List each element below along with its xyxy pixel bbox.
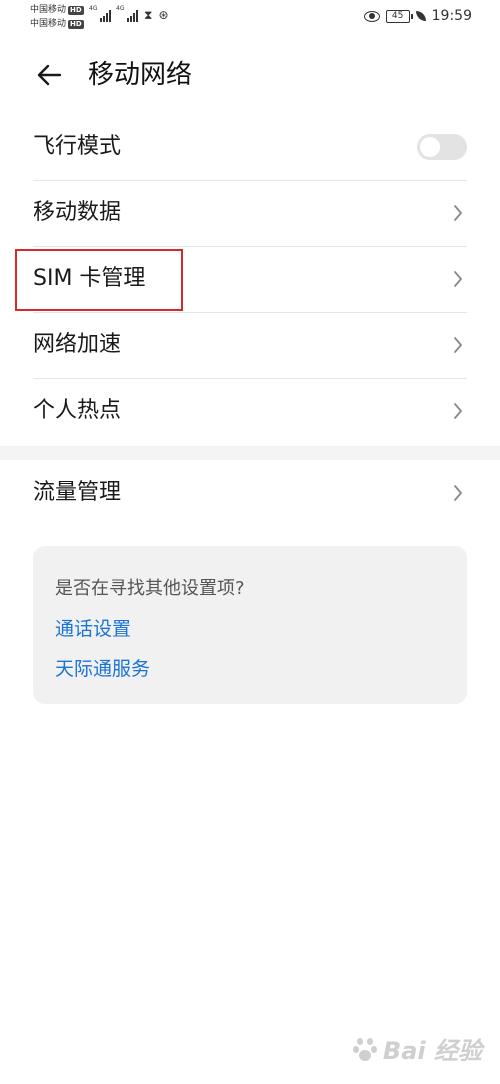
call-settings-link[interactable]: 通话设置 (55, 614, 131, 641)
network-acceleration-label: 网络加速 (33, 332, 122, 357)
chevron-right-icon (454, 337, 462, 353)
carrier-2: 中国移动 (30, 19, 67, 29)
signal-icon: 4G (116, 5, 138, 22)
personal-hotspot-label: 个人热点 (33, 398, 122, 423)
suggestion-card: 是否在寻找其他设置项? 通话设置 天际通服务 (33, 546, 467, 704)
hourglass-icon: ⧗ (144, 8, 153, 22)
chevron-right-icon (454, 403, 462, 419)
traffic-management-label: 流量管理 (33, 480, 122, 505)
network-type: 4G (116, 5, 125, 12)
hd-badge: HD (68, 5, 84, 15)
battery-icon: 45 (385, 9, 413, 23)
airplane-mode-toggle[interactable] (417, 134, 467, 160)
app-header: 移动网络 (0, 50, 500, 100)
eye-icon (363, 10, 380, 22)
toggle-knob (420, 137, 440, 157)
leaf-icon (415, 11, 426, 21)
section-divider (0, 446, 500, 460)
back-arrow-icon[interactable] (34, 60, 64, 90)
chevron-right-icon (454, 485, 462, 501)
network-type: 4G (89, 5, 98, 12)
carrier-info: 中国移动 HD 中国移动 HD (30, 3, 84, 31)
notification-icon: ⊛ (158, 8, 169, 22)
skytone-service-link[interactable]: 天际通服务 (55, 654, 150, 681)
chevron-right-icon (454, 205, 462, 221)
airplane-mode-label: 飞行模式 (33, 134, 122, 159)
watermark-text: Bai 经验 (382, 1037, 482, 1065)
airplane-mode-row[interactable]: 飞行模式 (33, 114, 467, 181)
chevron-right-icon (454, 271, 462, 287)
network-acceleration-row[interactable]: 网络加速 (33, 312, 467, 379)
signal-icon: 4G (89, 5, 111, 22)
personal-hotspot-row[interactable]: 个人热点 (33, 378, 467, 444)
clock: 19:59 (431, 8, 472, 24)
mobile-data-label: 移动数据 (33, 200, 122, 225)
hd-badge: HD (68, 19, 84, 29)
page-title: 移动网络 (88, 60, 193, 90)
highlight-box (15, 249, 183, 311)
baidu-watermark: Bai 经验 (352, 1031, 482, 1066)
traffic-management-row[interactable]: 流量管理 (33, 460, 467, 526)
mobile-data-row[interactable]: 移动数据 (33, 180, 467, 247)
suggestion-question: 是否在寻找其他设置项? (55, 578, 245, 599)
carrier-1: 中国移动 (30, 5, 67, 15)
status-bar: 中国移动 HD 中国移动 HD 4G 4G ⧗ ⊛ 45 19:59 (0, 0, 500, 36)
paw-logo-icon (352, 1036, 379, 1062)
